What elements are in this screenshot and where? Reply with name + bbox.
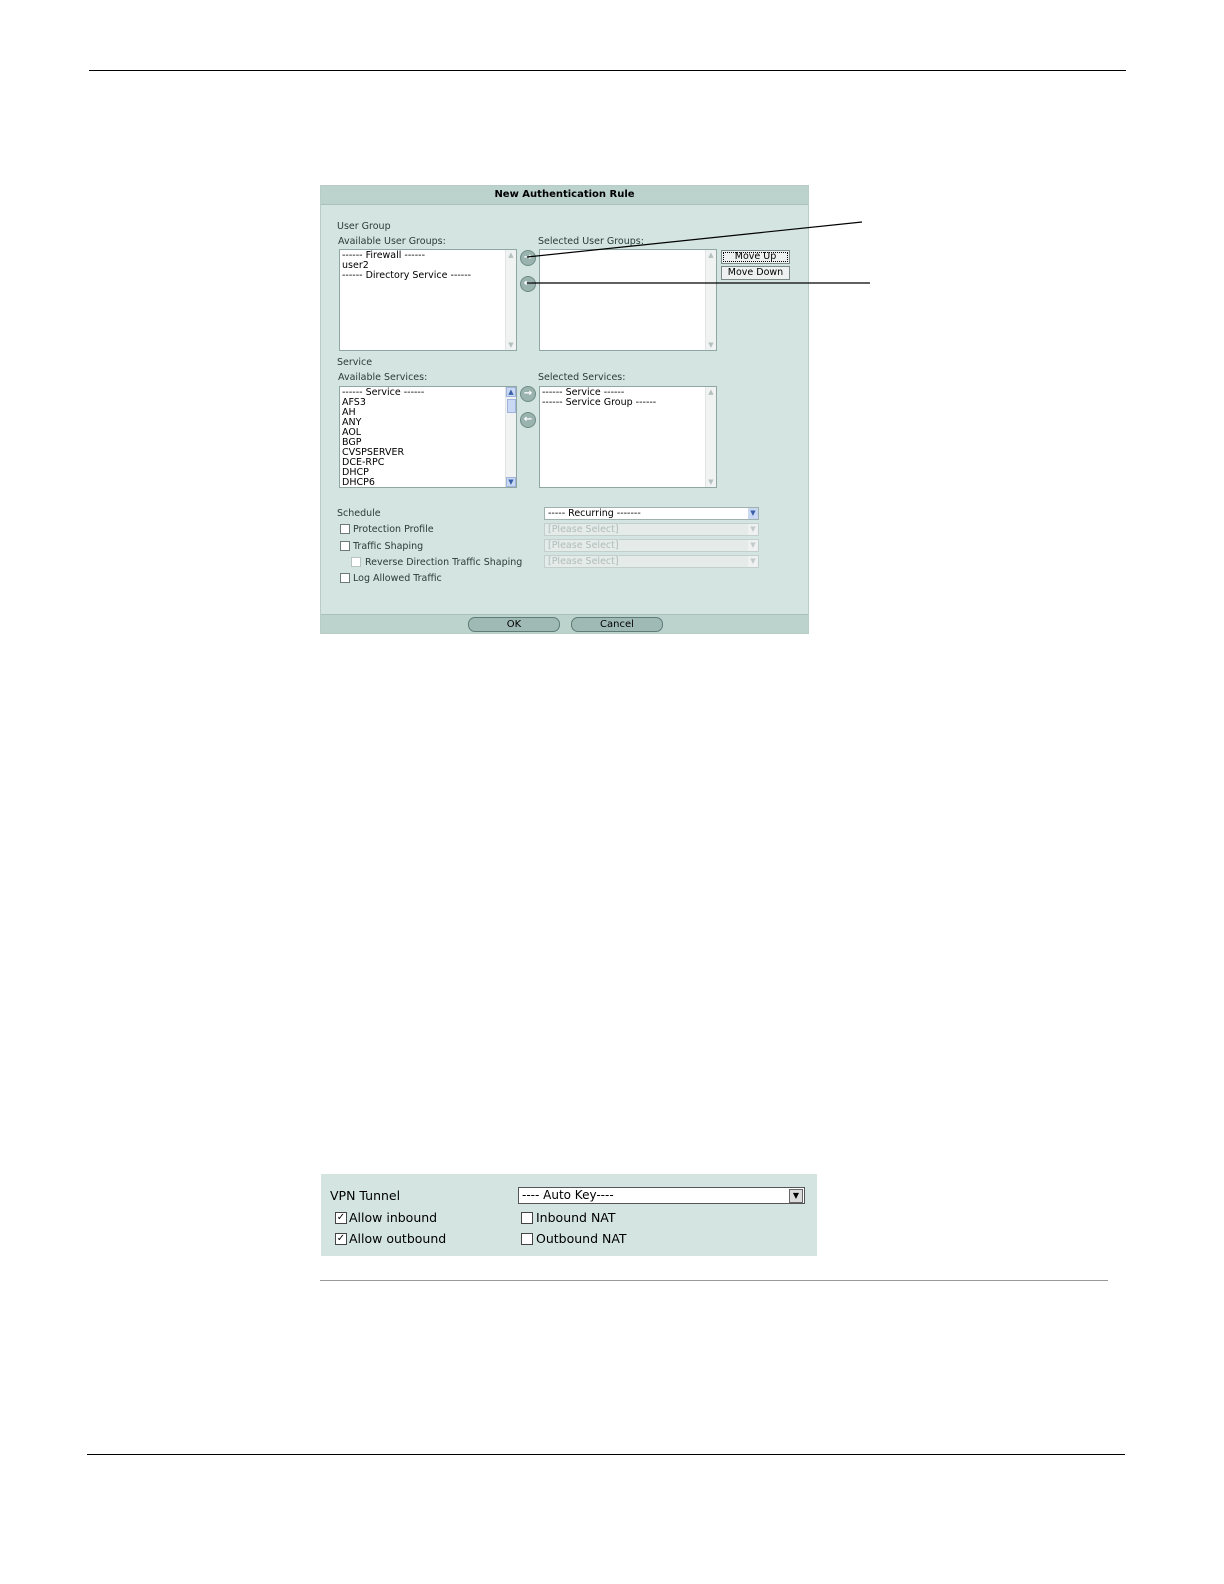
allow-inbound-checkbox[interactable]: ✓ xyxy=(335,1212,347,1224)
schedule-value: ----- Recurring ------- xyxy=(548,508,641,519)
move-down-button[interactable]: Move Down xyxy=(721,266,790,280)
selected-services-items[interactable]: ------ Service ------ ------ Service Gro… xyxy=(542,388,656,408)
allow-inbound-label: Allow inbound xyxy=(349,1210,438,1225)
note-rule xyxy=(320,1280,1108,1281)
reverse-shaping-select: [Please Select] ▼ xyxy=(544,555,759,568)
inbound-nat-checkbox[interactable] xyxy=(521,1212,533,1224)
vpn-tunnel-select[interactable]: ---- Auto Key---- ▼ xyxy=(518,1187,805,1204)
log-allowed-traffic-label: Log Allowed Traffic xyxy=(353,573,442,584)
allow-outbound-checkbox[interactable]: ✓ xyxy=(335,1233,347,1245)
available-services-items[interactable]: ------ Service ------ AFS3 AH ANY AOL BG… xyxy=(342,388,424,488)
footer-rule xyxy=(87,1454,1125,1455)
chevron-down-icon[interactable]: ▼ xyxy=(789,1189,803,1203)
scroll-up-icon[interactable]: ▲ xyxy=(706,387,716,397)
scroll-down-icon[interactable]: ▼ xyxy=(706,477,716,487)
available-user-groups-items[interactable]: ------ Firewall ------ user2 ------ Dire… xyxy=(342,251,471,281)
available-user-groups-list[interactable]: ------ Firewall ------ user2 ------ Dire… xyxy=(339,249,517,351)
inbound-nat-label: Inbound NAT xyxy=(536,1210,616,1225)
traffic-shaping-checkbox[interactable] xyxy=(340,541,350,551)
reverse-shaping-label: Reverse Direction Traffic Shaping xyxy=(365,557,523,568)
move-up-button[interactable]: Move Up xyxy=(721,250,790,264)
chevron-down-icon: ▼ xyxy=(748,556,758,567)
scroll-down-icon[interactable]: ▼ xyxy=(506,340,516,350)
dialog-title: New Authentication Rule xyxy=(321,186,808,205)
vpn-policy-panel: VPN Tunnel ---- Auto Key---- ▼ ✓ Allow i… xyxy=(321,1174,817,1256)
remove-service-arrow-button[interactable]: ← xyxy=(520,412,536,428)
schedule-label: Schedule xyxy=(337,508,381,519)
add-user-group-arrow-button[interactable]: → xyxy=(520,250,536,266)
chevron-down-icon[interactable]: ▼ xyxy=(748,508,758,519)
available-services-label: Available Services: xyxy=(338,372,428,383)
available-user-groups-label: Available User Groups: xyxy=(338,236,446,247)
scroll-thumb[interactable] xyxy=(507,399,516,413)
vpn-tunnel-label: VPN Tunnel xyxy=(330,1188,401,1203)
scroll-up-icon[interactable]: ▲ xyxy=(506,387,516,397)
scroll-up-icon[interactable]: ▲ xyxy=(506,250,516,260)
outbound-nat-label: Outbound NAT xyxy=(536,1231,627,1246)
selected-user-groups-list[interactable]: ▲ ▼ xyxy=(539,249,717,351)
outbound-nat-checkbox[interactable] xyxy=(521,1233,533,1245)
scroll-down-icon[interactable]: ▼ xyxy=(506,477,516,487)
protection-profile-checkbox[interactable] xyxy=(340,524,350,534)
available-services-list[interactable]: ------ Service ------ AFS3 AH ANY AOL BG… xyxy=(339,386,517,488)
protection-profile-select: [Please Select] ▼ xyxy=(544,523,759,536)
user-group-heading: User Group xyxy=(337,221,391,232)
allow-outbound-label: Allow outbound xyxy=(349,1231,447,1246)
selected-user-groups-label: Selected User Groups: xyxy=(538,236,644,247)
header-rule xyxy=(89,70,1126,71)
traffic-shaping-select: [Please Select] ▼ xyxy=(544,539,759,552)
available-user-groups-scrollbar[interactable]: ▲ ▼ xyxy=(505,250,516,350)
selected-services-scrollbar[interactable]: ▲ ▼ xyxy=(705,387,716,487)
protection-profile-value: [Please Select] xyxy=(548,524,619,535)
new-authentication-rule-dialog: New Authentication Rule User Group Avail… xyxy=(320,185,809,634)
available-services-scrollbar[interactable]: ▲ ▼ xyxy=(505,387,516,487)
chevron-down-icon: ▼ xyxy=(748,540,758,551)
scroll-down-icon[interactable]: ▼ xyxy=(706,340,716,350)
remove-user-group-arrow-button[interactable]: ← xyxy=(520,276,536,292)
add-service-arrow-button[interactable]: → xyxy=(520,386,536,402)
schedule-select[interactable]: ----- Recurring ------- ▼ xyxy=(544,507,759,520)
traffic-shaping-value: [Please Select] xyxy=(548,540,619,551)
selected-services-label: Selected Services: xyxy=(538,372,626,383)
log-allowed-traffic-checkbox[interactable] xyxy=(340,573,350,583)
vpn-tunnel-value: ---- Auto Key---- xyxy=(522,1188,614,1202)
service-heading: Service xyxy=(337,357,373,368)
chevron-down-icon: ▼ xyxy=(748,524,758,535)
traffic-shaping-label: Traffic Shaping xyxy=(353,541,424,552)
scroll-up-icon[interactable]: ▲ xyxy=(706,250,716,260)
protection-profile-label: Protection Profile xyxy=(353,524,434,535)
selected-services-list[interactable]: ------ Service ------ ------ Service Gro… xyxy=(539,386,717,488)
dialog-button-bar: OK Cancel xyxy=(321,614,808,633)
reverse-shaping-checkbox xyxy=(351,557,361,567)
ok-button[interactable]: OK xyxy=(468,617,560,632)
cancel-button[interactable]: Cancel xyxy=(571,617,663,632)
reverse-shaping-value: [Please Select] xyxy=(548,556,619,567)
selected-user-groups-scrollbar[interactable]: ▲ ▼ xyxy=(705,250,716,350)
